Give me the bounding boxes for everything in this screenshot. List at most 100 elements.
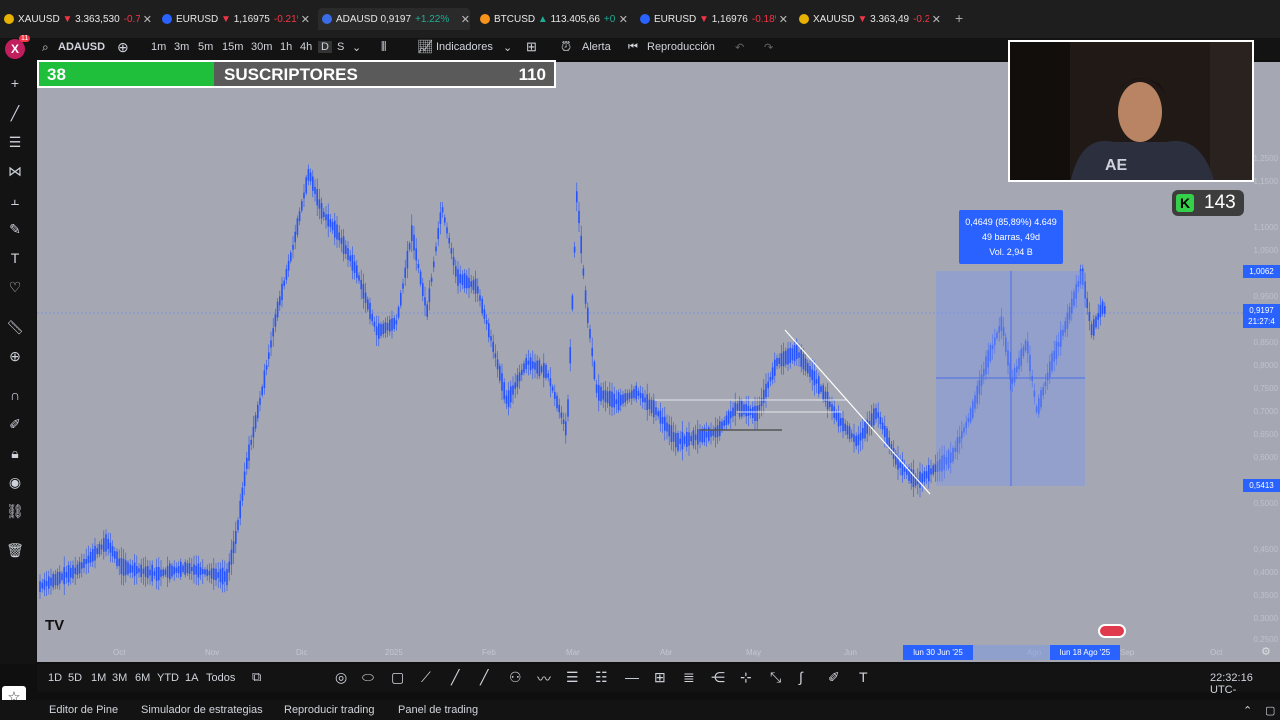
symbol-tab[interactable]: XAUUSD ▼ 3.363,530 -0.7 ✕ bbox=[4, 8, 152, 30]
add-symbol-icon[interactable]: ⊕ bbox=[117, 39, 129, 56]
candle-body bbox=[147, 566, 149, 579]
eye-icon[interactable]: ◉ bbox=[6, 473, 24, 491]
close-tab-icon[interactable]: ✕ bbox=[139, 12, 152, 26]
tab-trading-replay[interactable]: Reproducir trading bbox=[284, 704, 375, 716]
zoom-icon[interactable]: ⊕ bbox=[6, 347, 24, 365]
text-icon[interactable]: T bbox=[6, 249, 24, 267]
close-tab-icon[interactable]: ✕ bbox=[928, 12, 941, 26]
drawing-tool-fibext-icon[interactable]: ☷ bbox=[595, 669, 608, 686]
symbol-tab[interactable]: XAUUSD ▼ 3.363,49 -0.2 ✕ bbox=[799, 8, 941, 30]
maximize-panel-icon[interactable]: ▢ bbox=[1265, 704, 1275, 717]
tab-trading-panel[interactable]: Panel de trading bbox=[398, 704, 478, 716]
indicators-button[interactable]: Indicadores bbox=[436, 41, 493, 53]
undo-icon[interactable]: ↶ bbox=[735, 41, 744, 54]
close-tab-icon[interactable]: ✕ bbox=[297, 12, 310, 26]
candle-body bbox=[809, 366, 811, 377]
candle-body bbox=[127, 562, 129, 575]
drawing-tool-line-icon[interactable]: ╱ bbox=[451, 669, 459, 686]
ruler-icon[interactable]: 📏︎ bbox=[6, 318, 24, 336]
timeframe-4h[interactable]: 4h bbox=[300, 41, 312, 53]
tab-strategy-tester[interactable]: Simulador de estrategias bbox=[141, 704, 263, 716]
drawing-tool-cross-icon[interactable]: ⊹ bbox=[740, 669, 752, 686]
range-5D[interactable]: 5D bbox=[68, 672, 82, 684]
candle-body bbox=[796, 345, 798, 360]
symbol-tab-active[interactable]: ADAUSD 0,9197 +1.22% ✕ bbox=[318, 8, 470, 30]
drawing-tool-grid-icon[interactable]: ⊞ bbox=[654, 669, 666, 686]
drawing-tool-wave-icon[interactable]: 〰 bbox=[537, 669, 551, 689]
timeframe-S[interactable]: S bbox=[337, 41, 344, 53]
candle-body bbox=[248, 444, 250, 461]
drawing-tool-brush-icon[interactable]: ✐ bbox=[828, 669, 840, 686]
chevron-down-icon[interactable]: ⌄ bbox=[352, 41, 361, 54]
drawing-tool-fib-icon[interactable]: ☰ bbox=[566, 669, 579, 686]
pattern-icon[interactable]: ⋈ bbox=[6, 162, 24, 180]
timeframe-D[interactable]: D bbox=[318, 41, 332, 53]
drawing-tool-pitchfork-icon[interactable]: ⋲ bbox=[711, 669, 725, 686]
search-icon[interactable]: ⌕ bbox=[42, 40, 49, 55]
magnet-icon[interactable]: ∩ bbox=[6, 386, 24, 404]
drawing-tool-circle-icon[interactable]: ◎ bbox=[335, 669, 347, 686]
drawing-tool-text-icon[interactable]: T bbox=[859, 669, 868, 685]
timeframe-1m[interactable]: 1m bbox=[151, 41, 166, 53]
subscriber-goal-bar: 38 SUSCRIPTORES 110 bbox=[37, 60, 556, 88]
candles-icon[interactable]: ⫴ bbox=[381, 39, 386, 55]
drawing-tool-ellipse-icon[interactable]: ⬭ bbox=[362, 669, 374, 686]
symbol-tab[interactable]: EURUSD ▼ 1,16976 -0.18% ✕ bbox=[640, 8, 788, 30]
close-tab-icon[interactable]: ✕ bbox=[775, 12, 788, 26]
candle-body bbox=[780, 353, 783, 367]
close-tab-icon[interactable]: ✕ bbox=[457, 12, 470, 26]
symbol-search[interactable]: ADAUSD bbox=[58, 41, 105, 53]
drawing-tool-curve-icon[interactable]: ∫ bbox=[799, 669, 803, 685]
lock-icon[interactable]: 🔒︎ bbox=[6, 444, 24, 462]
range-1D[interactable]: 1D bbox=[48, 672, 62, 684]
user-avatar[interactable]: X bbox=[5, 39, 25, 59]
trash-icon[interactable]: 🗑︎ bbox=[6, 541, 24, 559]
range-1M[interactable]: 1M bbox=[91, 672, 106, 684]
range-YTD[interactable]: YTD bbox=[157, 672, 179, 684]
crosshair-icon[interactable]: + bbox=[6, 74, 24, 92]
layout-grid-icon[interactable]: ⊞ bbox=[526, 39, 537, 55]
range-all[interactable]: Todos bbox=[206, 672, 235, 684]
forecast-icon[interactable]: ⫠ bbox=[6, 191, 24, 209]
alert-button[interactable]: Alerta bbox=[582, 41, 611, 53]
tab-pine-editor[interactable]: Editor de Pine bbox=[49, 704, 118, 716]
timeframe-5m[interactable]: 5m bbox=[198, 41, 213, 53]
symbol-tab[interactable]: EURUSD ▼ 1,16975 -0.21% ✕ bbox=[162, 8, 310, 30]
heart-icon[interactable]: ♡ bbox=[6, 278, 24, 296]
candle-body bbox=[540, 366, 543, 373]
drawing-tool-ray-icon[interactable]: ⟋ bbox=[421, 669, 431, 686]
drawing-tool-lines-icon[interactable]: ≣ bbox=[683, 669, 695, 686]
date-range-icon[interactable]: ⧉ bbox=[252, 669, 261, 685]
brush-icon[interactable]: ✎ bbox=[6, 220, 24, 238]
timeframe-30m[interactable]: 30m bbox=[251, 41, 272, 53]
settings-gear-icon[interactable]: ⚙︎ bbox=[1261, 645, 1271, 658]
timeframe-1h[interactable]: 1h bbox=[280, 41, 292, 53]
timeframe-3m[interactable]: 3m bbox=[174, 41, 189, 53]
drawing-tool-path-icon[interactable]: ⤡ bbox=[770, 669, 781, 686]
range-3M[interactable]: 3M bbox=[112, 672, 127, 684]
candle-body bbox=[131, 565, 134, 573]
candle-body bbox=[125, 560, 127, 575]
drawing-tool-extended-icon[interactable]: ╱ bbox=[480, 669, 488, 686]
close-tab-icon[interactable]: ✕ bbox=[615, 12, 628, 26]
range-6M[interactable]: 6M bbox=[135, 672, 150, 684]
candle-body bbox=[287, 260, 290, 271]
chevron-down-icon[interactable]: ⌄ bbox=[503, 41, 512, 54]
drawing-tool-rect-icon[interactable]: ▢ bbox=[391, 669, 404, 686]
pencil-lock-icon[interactable]: ✐ bbox=[6, 415, 24, 433]
link-icon[interactable]: ⛓︎ bbox=[6, 502, 24, 520]
symbol-tab[interactable]: BTCUSD ▲ 113.405,66 +0.0 ✕ bbox=[480, 8, 628, 30]
drawing-tool-pattern-icon[interactable]: ⚇ bbox=[509, 669, 522, 686]
range-1A[interactable]: 1A bbox=[185, 672, 198, 684]
trend-line-icon[interactable]: ╱ bbox=[6, 104, 24, 122]
candle-body bbox=[235, 530, 237, 544]
timeframe-15m[interactable]: 15m bbox=[222, 41, 243, 53]
candle-body bbox=[569, 347, 571, 364]
drawing-tool-hline-icon[interactable]: — bbox=[625, 669, 639, 685]
horizontal-lines-icon[interactable]: ☰ bbox=[6, 133, 24, 151]
collapse-panel-icon[interactable]: ⌃ bbox=[1243, 704, 1252, 717]
candle-body bbox=[81, 562, 83, 569]
new-tab-icon[interactable]: + bbox=[955, 10, 963, 26]
redo-icon[interactable]: ↷ bbox=[764, 41, 773, 54]
replay-button[interactable]: Reproducción bbox=[647, 41, 715, 53]
